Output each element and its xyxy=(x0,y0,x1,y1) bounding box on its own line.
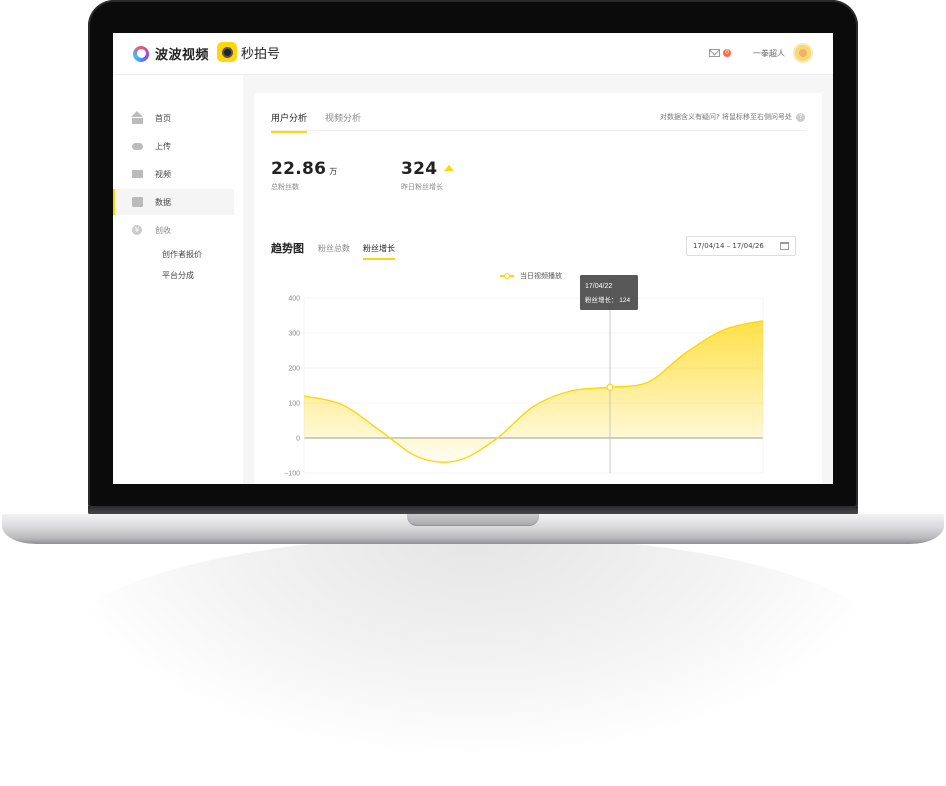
user-area: 0 一拳超人 xyxy=(709,43,813,63)
sidebar-item-label: 首页 xyxy=(155,113,171,123)
stat-fan-growth: 324 昨日粉丝增长 xyxy=(401,159,455,192)
stat-caption: 昨日粉丝增长 xyxy=(401,183,443,191)
brand-bobo[interactable]: 波波视频 xyxy=(133,44,209,63)
sidebar-item-label: 上传 xyxy=(155,141,171,151)
top-bar: 波波视频 秒拍号 0 一拳超人 xyxy=(113,33,833,75)
sidebar-item-revenue[interactable]: ¥ 创收 xyxy=(113,217,234,243)
brand-miaopai[interactable]: 秒拍号 xyxy=(217,42,280,62)
date-range-text: 17/04/14 – 17/04/26 xyxy=(693,242,764,250)
cloud-upload-icon xyxy=(132,143,143,150)
brand-name: 波波视频 xyxy=(155,48,210,63)
calendar-icon xyxy=(780,242,789,250)
username[interactable]: 一拳超人 xyxy=(753,48,785,59)
mail-badge: 0 xyxy=(723,49,731,57)
video-icon xyxy=(132,170,143,178)
y-tick-label: −100 xyxy=(284,471,300,478)
laptop-shadow xyxy=(60,535,886,755)
subtab-fan-growth[interactable]: 粉丝增长 xyxy=(363,243,395,260)
subtab-total-fans[interactable]: 粉丝总数 xyxy=(318,243,350,254)
stat-value: 22.86 xyxy=(271,159,327,179)
stat-unit: 万 xyxy=(329,167,338,176)
series-area xyxy=(304,320,763,463)
y-tick-label: 0 xyxy=(296,436,300,443)
tooltip-box xyxy=(580,275,638,310)
help-text: 对数据含义有疑问? 将鼠标移至右侧问号处 xyxy=(660,113,792,121)
trend-title: 趋势图 xyxy=(271,242,304,255)
brand2-name: 秒拍号 xyxy=(241,46,281,62)
yen-icon: ¥ xyxy=(132,225,142,235)
sidebar-subitem-quote[interactable]: 创作者报价 xyxy=(162,249,202,260)
tabs-divider xyxy=(271,130,806,131)
sidebar-item-data[interactable]: 数据 xyxy=(113,189,234,215)
stat-caption: 总粉丝数 xyxy=(271,183,299,191)
tooltip-point xyxy=(606,383,614,391)
tooltip-date: 17/04/22 xyxy=(585,283,612,290)
question-icon[interactable]: ? xyxy=(796,112,805,122)
y-tick-label: 200 xyxy=(288,366,300,373)
up-arrow-icon xyxy=(444,165,455,171)
chart-icon xyxy=(132,197,143,207)
help-hint: 对数据含义有疑问? 将鼠标移至右侧问号处 ? xyxy=(660,112,805,122)
y-tick-label: 100 xyxy=(288,401,300,408)
date-range-picker[interactable]: 17/04/14 – 17/04/26 xyxy=(686,236,796,256)
avatar[interactable] xyxy=(793,43,813,63)
screen: 波波视频 秒拍号 0 一拳超人 首页 上传 视频 数据 ¥ 创收 创作者报价 平… xyxy=(113,33,833,484)
miaopai-logo-icon xyxy=(217,42,237,62)
mail-icon[interactable] xyxy=(709,49,720,57)
sidebar-item-video[interactable]: 视频 xyxy=(113,161,234,187)
sidebar: 首页 上传 视频 数据 ¥ 创收 创作者报价 平台分成 xyxy=(113,75,243,484)
bobo-logo-icon xyxy=(133,45,149,62)
sidebar-item-home[interactable]: 首页 xyxy=(113,105,234,131)
trend-chart: 400 300 200 100 0 −100 17/04/22 粉丝增长： 124 xyxy=(284,275,764,478)
stat-total-fans: 22.86 万 总粉丝数 xyxy=(271,159,337,192)
y-tick-label: 400 xyxy=(288,296,300,303)
sidebar-subitem-share[interactable]: 平台分成 xyxy=(162,270,194,281)
y-tick-label: 300 xyxy=(288,331,300,338)
sidebar-item-label: 创收 xyxy=(155,225,171,235)
laptop-notch xyxy=(407,514,539,526)
sidebar-item-upload[interactable]: 上传 xyxy=(113,133,234,159)
sidebar-item-label: 视频 xyxy=(155,169,171,179)
tooltip-value: 粉丝增长： 124 xyxy=(585,295,631,304)
analytics-card: 用户分析 视频分析 对数据含义有疑问? 将鼠标移至右侧问号处 ? 22.86 万 … xyxy=(254,93,822,484)
stat-value: 324 xyxy=(401,159,438,179)
sidebar-item-label: 数据 xyxy=(155,197,171,207)
home-icon xyxy=(131,111,143,124)
